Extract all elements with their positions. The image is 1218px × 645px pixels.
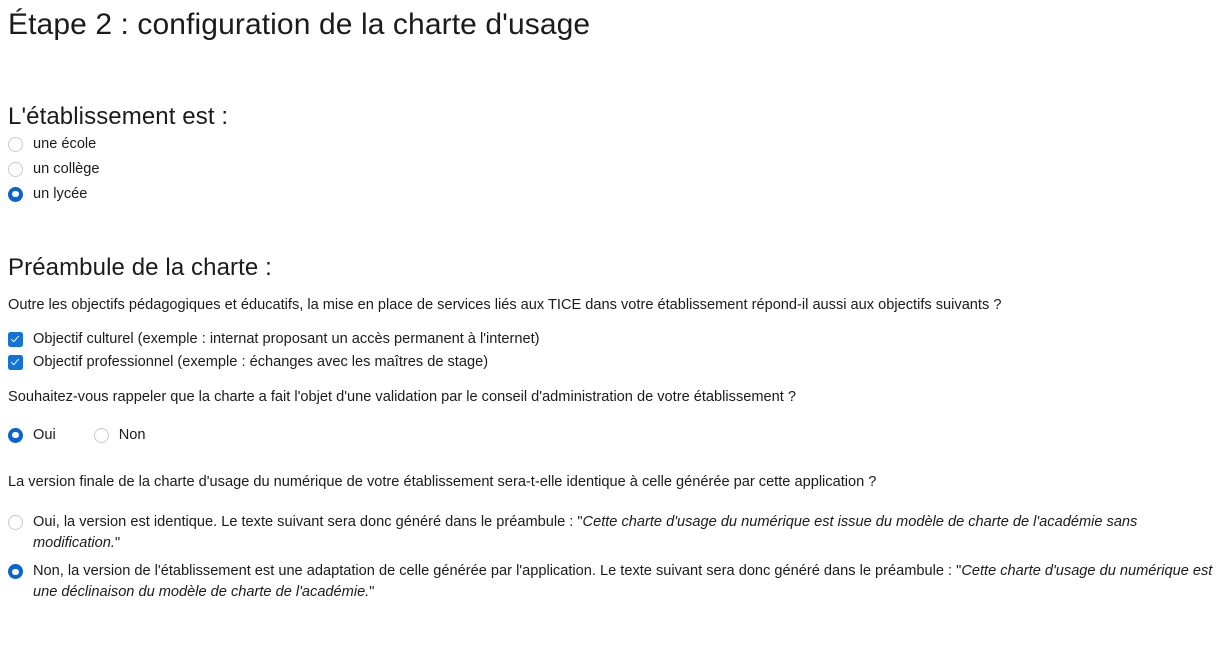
radio-checked-icon[interactable]	[8, 186, 23, 202]
validation-option-non[interactable]: Non	[93, 425, 146, 446]
objectives-checkbox-group: Objectif culturel (exemple : internat pr…	[8, 328, 1218, 374]
objective-option-culturel[interactable]: Objectif culturel (exemple : internat pr…	[8, 328, 1218, 351]
establishment-option-ecole[interactable]: une école	[8, 132, 1218, 157]
final-option-lead: Non, la version de l'établissement est u…	[33, 563, 957, 580]
establishment-option-lycee[interactable]: un lycée	[8, 182, 1218, 207]
establishment-heading: L'établissement est :	[8, 102, 229, 130]
radio-checked-icon[interactable]	[8, 427, 23, 443]
objective-option-label: Objectif professionnel (exemple : échang…	[33, 354, 489, 371]
establishment-option-label: une école	[33, 135, 97, 152]
radio-unchecked-icon[interactable]	[8, 161, 23, 177]
final-option-label: Oui, la version est identique. Le texte …	[23, 512, 1218, 554]
final-option-label: Non, la version de l'établissement est u…	[23, 561, 1218, 603]
establishment-radio-group: une école un collège un lycée	[8, 132, 1218, 207]
objective-option-professionnel[interactable]: Objectif professionnel (exemple : échang…	[8, 351, 1218, 374]
final-version-radio-group: Oui, la version est identique. Le texte …	[8, 509, 1218, 608]
validation-option-oui[interactable]: Oui	[8, 425, 56, 446]
checkbox-checked-icon[interactable]	[8, 332, 23, 348]
close-quote: "	[369, 584, 375, 601]
validation-radio-group: Oui Non	[8, 425, 1218, 446]
final-option-adaptation[interactable]: Non, la version de l'établissement est u…	[8, 558, 1218, 607]
preamble-heading: Préambule de la charte :	[8, 253, 272, 281]
checkbox-checked-icon[interactable]	[8, 355, 23, 371]
radio-unchecked-icon[interactable]	[8, 514, 23, 530]
establishment-option-label: un collège	[33, 160, 100, 177]
establishment-option-college[interactable]: un collège	[8, 157, 1218, 182]
page-container: Étape 2 : configuration de la charte d'u…	[0, 0, 1218, 608]
validation-question-text: Souhaitez-vous rappeler que la charte a …	[8, 389, 796, 406]
validation-option-label: Non	[118, 426, 146, 443]
objective-option-label: Objectif culturel (exemple : internat pr…	[33, 331, 540, 348]
preamble-intro-text: Outre les objectifs pédagogiques et éduc…	[8, 296, 1002, 313]
final-question-text: La version finale de la charte d'usage d…	[8, 473, 877, 490]
radio-unchecked-icon[interactable]	[93, 427, 109, 443]
radio-unchecked-icon[interactable]	[8, 136, 23, 152]
final-option-identique[interactable]: Oui, la version est identique. Le texte …	[8, 509, 1218, 558]
close-quote: "	[114, 535, 121, 552]
final-option-lead: Oui, la version est identique. Le texte …	[33, 513, 578, 530]
radio-checked-icon[interactable]	[8, 564, 23, 580]
page-title: Étape 2 : configuration de la charte d'u…	[8, 8, 591, 41]
validation-option-label: Oui	[33, 426, 56, 443]
establishment-option-label: un lycée	[33, 185, 88, 202]
